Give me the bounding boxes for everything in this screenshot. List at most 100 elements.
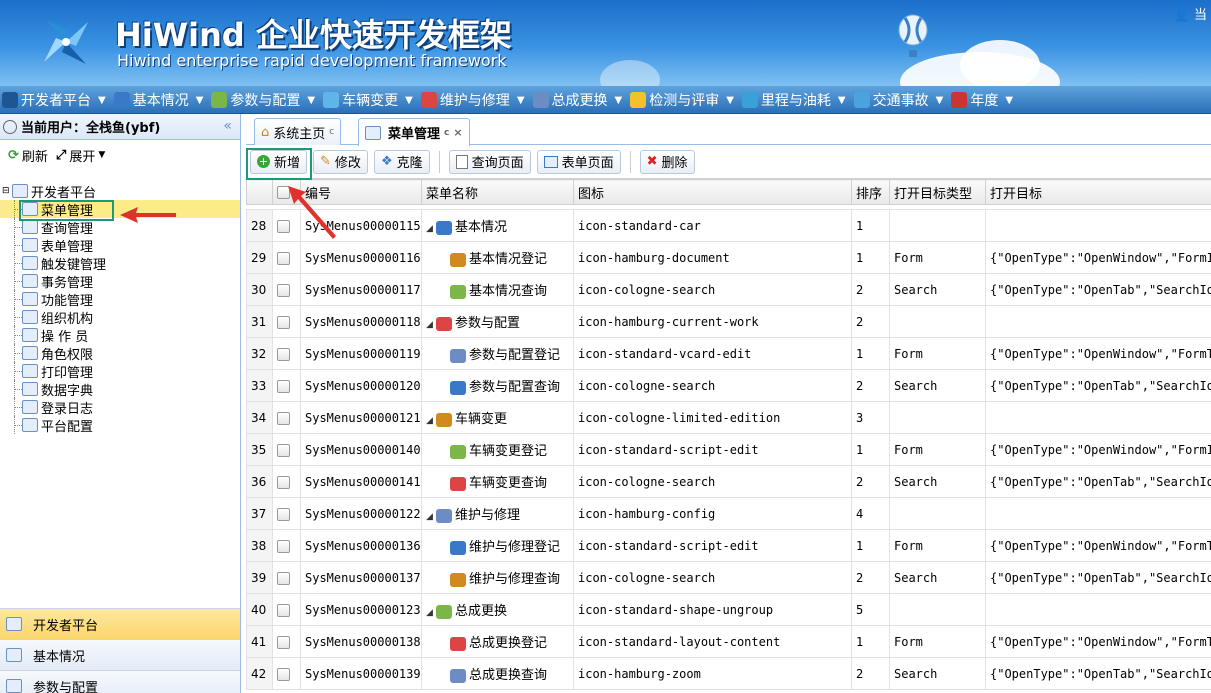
- row-menu-icon: [436, 316, 452, 331]
- row-number: 38: [246, 529, 273, 562]
- tree-item-11[interactable]: 登录日志: [0, 398, 240, 417]
- menu-item-1[interactable]: 基本情况 ▼: [112, 86, 210, 113]
- close-tab-icon[interactable]: ×: [453, 126, 462, 139]
- query-page-button[interactable]: 查询页面: [448, 149, 531, 174]
- edit-label: 修改: [334, 156, 361, 171]
- table-row[interactable]: 35 SysMenus00000140 车辆变更登记 icon-standard-sc…: [246, 433, 1211, 466]
- expand-button[interactable]: ⤢ 展开 ▼: [56, 146, 105, 165]
- row-checkbox[interactable]: [272, 561, 301, 594]
- table-row[interactable]: 42 SysMenus00000139 总成更换查询 icon-hamburg-zoo…: [246, 657, 1211, 690]
- menu-item-6[interactable]: 检测与评审 ▼: [628, 86, 740, 113]
- column-header-open-target[interactable]: 打开目标: [985, 179, 1211, 205]
- tree-root-developer-platform[interactable]: ⊟ 开发者平台: [0, 182, 240, 201]
- tree-item-5[interactable]: 功能管理: [0, 290, 240, 309]
- delete-button[interactable]: ✖ 删除: [639, 149, 695, 174]
- row-checkbox[interactable]: [272, 529, 301, 562]
- tree-collapse-icon[interactable]: ⊟: [2, 186, 12, 196]
- refresh-tab-icon[interactable]: c: [444, 128, 449, 138]
- row-checkbox[interactable]: [272, 593, 301, 626]
- table-row[interactable]: 33 SysMenus00000120 参数与配置查询 icon-cologne-se…: [246, 369, 1211, 402]
- table-row[interactable]: 34 SysMenus00000121 ◢ 车辆变更 icon-cologne-limi…: [246, 401, 1211, 434]
- tab-home[interactable]: ⌂ 系统主页 c: [254, 118, 342, 145]
- row-checkbox[interactable]: [272, 273, 301, 306]
- tree-expand-icon[interactable]: ◢: [426, 512, 436, 522]
- column-header-icon[interactable]: 图标: [573, 179, 852, 205]
- tree-item-8[interactable]: 角色权限: [0, 344, 240, 363]
- tree-item-7[interactable]: 操 作 员: [0, 326, 240, 345]
- row-checkbox[interactable]: [272, 241, 301, 274]
- menu-item-3[interactable]: 车辆变更 ▼: [321, 86, 419, 113]
- tree-expand-icon[interactable]: ◢: [426, 416, 436, 426]
- menu-item-2[interactable]: 参数与配置 ▼: [209, 86, 321, 113]
- table-row[interactable]: 31 SysMenus00000118 ◢ 参数与配置 icon-hamburg-cur…: [246, 305, 1211, 338]
- cell-code: SysMenus00000140: [300, 433, 422, 466]
- table-row[interactable]: 41 SysMenus00000138 总成更换登记 icon-standard-la…: [246, 625, 1211, 658]
- refresh-tab-icon[interactable]: c: [329, 127, 334, 137]
- add-label: 新增: [274, 156, 301, 171]
- table-row[interactable]: 38 SysMenus00000136 维护与修理登记 icon-standard-s…: [246, 529, 1211, 562]
- tree-expand-icon[interactable]: ◢: [426, 320, 436, 330]
- table-row[interactable]: 32 SysMenus00000119 参数与配置登记 icon-standard-v…: [246, 337, 1211, 370]
- row-checkbox[interactable]: [272, 625, 301, 658]
- menu-item-label: 里程与油耗: [760, 93, 831, 109]
- table-row[interactable]: 37 SysMenus00000122 ◢ 维护与修理 icon-hamburg-con…: [246, 497, 1211, 530]
- table-row[interactable]: 40 SysMenus00000123 ◢ 总成更换 icon-standard-sha…: [246, 593, 1211, 626]
- table-row[interactable]: 36 SysMenus00000141 车辆变更查询 icon-cologne-sea…: [246, 465, 1211, 498]
- row-checkbox[interactable]: [272, 465, 301, 498]
- menu-item-9[interactable]: 年度 ▼: [949, 86, 1019, 113]
- cell-name-text: 车辆变更查询: [469, 476, 548, 491]
- row-checkbox[interactable]: [272, 337, 301, 370]
- clone-button[interactable]: ❖ 克隆: [373, 149, 430, 174]
- tree-item-4[interactable]: 事务管理: [0, 272, 240, 291]
- accordion-item-icon: [6, 617, 22, 631]
- row-checkbox[interactable]: [272, 657, 301, 690]
- table-row[interactable]: 39 SysMenus00000137 维护与修理查询 icon-cologne-se…: [246, 561, 1211, 594]
- tree-item-10[interactable]: 数据字典: [0, 380, 240, 399]
- menu-item-4[interactable]: 维护与修理 ▼: [419, 86, 531, 113]
- tree-item-3[interactable]: 触发键管理: [0, 254, 240, 273]
- tree-item-2[interactable]: 表单管理: [0, 236, 240, 255]
- row-number: 41: [246, 625, 273, 658]
- table-row[interactable]: 28 SysMenus00000115 ◢ 基本情况 icon-standard-car…: [246, 209, 1211, 242]
- checkbox-icon: [277, 539, 290, 553]
- row-checkbox[interactable]: [272, 305, 301, 338]
- row-checkbox[interactable]: [272, 497, 301, 530]
- accordion-item-1[interactable]: 基本情况: [0, 639, 240, 670]
- column-header-sort[interactable]: 排序: [851, 179, 890, 205]
- row-menu-icon: [450, 380, 466, 395]
- form-page-button[interactable]: 表单页面: [536, 149, 621, 174]
- boat-icon: [741, 92, 758, 108]
- tree-expand-icon[interactable]: ◢: [426, 224, 436, 234]
- cell-icon: icon-hamburg-current-work: [573, 305, 852, 338]
- add-button[interactable]: + 新增: [250, 149, 308, 174]
- accordion-item-2[interactable]: 参数与配置: [0, 670, 240, 693]
- refresh-button[interactable]: ⟳ 刷新: [8, 146, 48, 165]
- tab-menu-management[interactable]: 菜单管理 c ×: [358, 118, 470, 146]
- top-user-link[interactable]: 👤 当: [1174, 4, 1207, 23]
- menu-item-5[interactable]: 总成更换 ▼: [531, 86, 629, 113]
- table-row[interactable]: 30 SysMenus00000117 基本情况查询 icon-cologne-sea…: [246, 273, 1211, 306]
- tree-item-12[interactable]: 平台配置: [0, 416, 240, 435]
- accordion-item-0[interactable]: 开发者平台: [0, 608, 240, 639]
- collapse-panel-icon[interactable]: «: [223, 118, 232, 134]
- row-menu-icon: [450, 476, 466, 491]
- cell-open-type: Form: [889, 241, 986, 274]
- column-header-open-type[interactable]: 打开目标类型: [889, 179, 986, 205]
- cell-name: 基本情况登记: [421, 241, 574, 274]
- row-checkbox[interactable]: [272, 401, 301, 434]
- menu-item-0[interactable]: 开发者平台 ▼: [0, 86, 112, 113]
- tree-item-6[interactable]: 组织机构: [0, 308, 240, 327]
- table-row[interactable]: 29 SysMenus00000116 基本情况登记 icon-hamburg-doc…: [246, 241, 1211, 274]
- tree-expand-icon[interactable]: ◢: [426, 608, 436, 618]
- row-checkbox[interactable]: [272, 369, 301, 402]
- row-menu-icon: [450, 444, 466, 459]
- accordion-item-label: 参数与配置: [33, 680, 99, 693]
- tree-item-9[interactable]: 打印管理: [0, 362, 240, 381]
- cell-sort: 1: [851, 209, 890, 242]
- menu-item-8[interactable]: 交通事故 ▼: [852, 86, 950, 113]
- menu-item-7[interactable]: 里程与油耗 ▼: [740, 86, 852, 113]
- row-checkbox[interactable]: [272, 433, 301, 466]
- cell-name-text: 维护与修理: [455, 508, 521, 523]
- column-header-name[interactable]: 菜单名称: [421, 179, 574, 205]
- edit-button[interactable]: ✎ 修改: [313, 149, 368, 174]
